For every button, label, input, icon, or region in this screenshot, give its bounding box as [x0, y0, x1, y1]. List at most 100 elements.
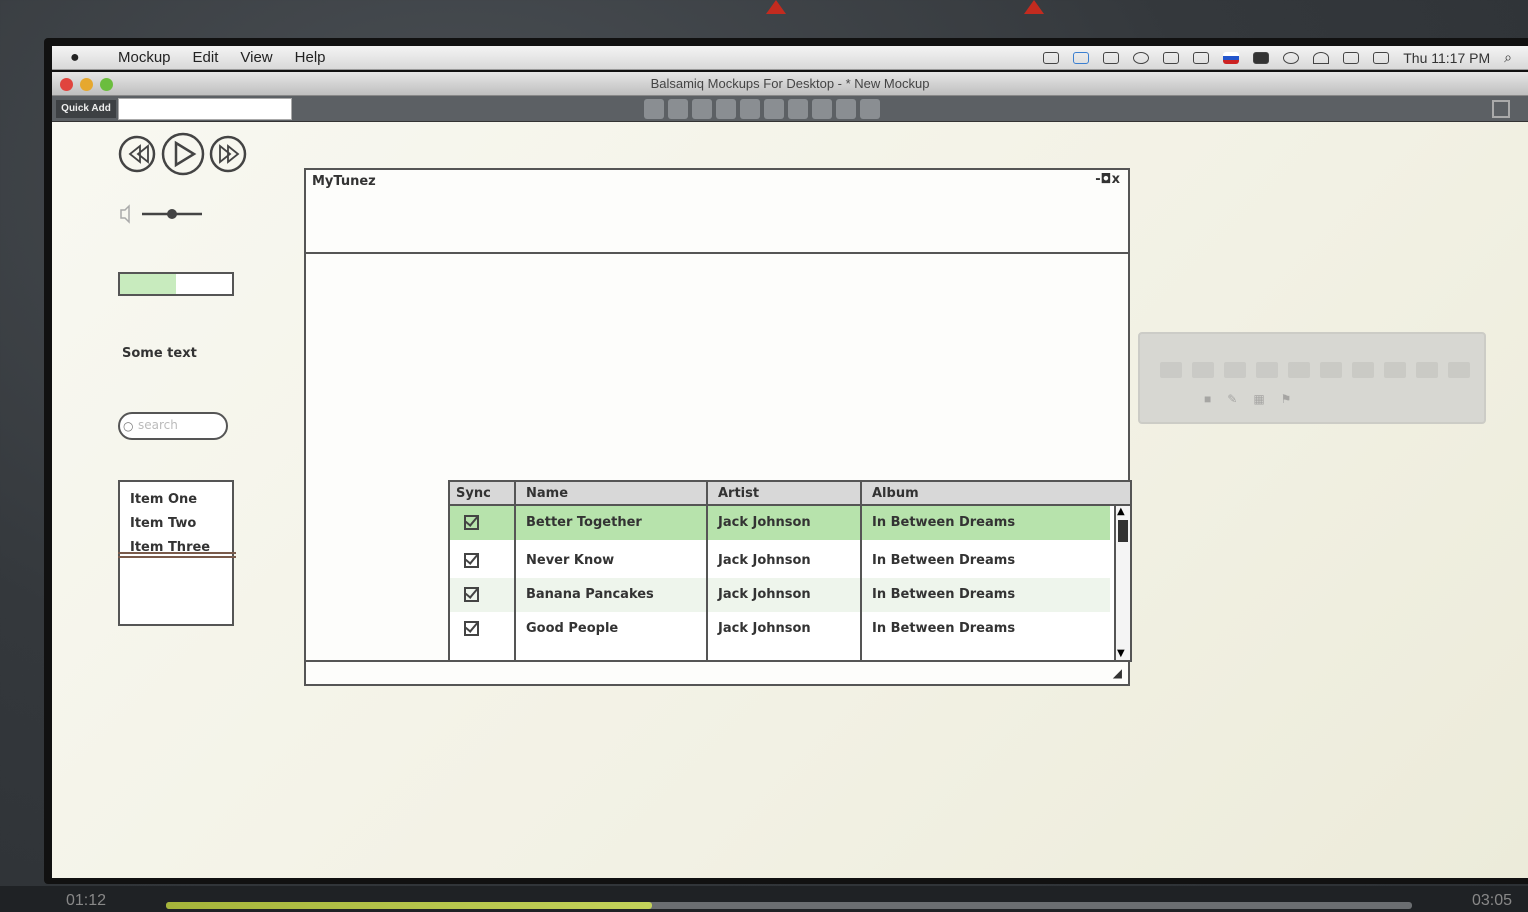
col-divider [706, 482, 708, 660]
inspector-icon[interactable] [1288, 362, 1310, 378]
inspector-icon[interactable] [1192, 362, 1214, 378]
label-widget[interactable]: Some text [122, 346, 197, 370]
paste-icon[interactable] [764, 99, 784, 119]
info-icon[interactable] [860, 99, 880, 119]
video-progress-track[interactable] [166, 902, 1412, 909]
fast-forward-icon[interactable] [209, 135, 247, 173]
scroll-up-icon[interactable]: ▲ [1117, 506, 1125, 518]
pencil-icon[interactable]: ✎ [1227, 392, 1237, 406]
cell-album: In Between Dreams [872, 515, 1016, 530]
flag-small-icon[interactable]: ⚑ [1281, 392, 1292, 406]
header-sync[interactable]: Sync [456, 486, 491, 501]
list-item[interactable]: Item Two [130, 512, 222, 536]
window-controls-icon[interactable]: -◘x [1095, 172, 1120, 187]
inspector-icon[interactable] [1448, 362, 1470, 378]
inspector-icon[interactable] [1256, 362, 1278, 378]
inspector-icon[interactable] [1416, 362, 1438, 378]
spotlight-icon[interactable]: ⌕ [1504, 49, 1512, 66]
bluetooth-icon[interactable] [1283, 51, 1300, 64]
window-title: Balsamiq Mockups For Desktop - * New Moc… [650, 76, 930, 91]
header-album[interactable]: Album [872, 486, 919, 501]
cell-name: Better Together [526, 515, 642, 530]
menu-view[interactable]: View [240, 49, 272, 66]
quick-add-label: Quick Add [56, 100, 116, 118]
progress-bar-widget[interactable] [118, 272, 234, 296]
bullet-icon[interactable]: ■ [1204, 392, 1211, 406]
edit-icon[interactable] [788, 99, 808, 119]
header-name[interactable]: Name [526, 486, 568, 501]
inspector-icon[interactable] [1160, 362, 1182, 378]
menu-bar: ● Mockup Edit View Help Thu 11:17 PM ⌕ [52, 46, 1528, 70]
quick-add-input[interactable] [118, 98, 292, 120]
inspector-icon[interactable] [1320, 362, 1342, 378]
total-time: 03:05 [1471, 892, 1512, 909]
inspector-icon[interactable] [1352, 362, 1374, 378]
apple-icon[interactable]: ● [70, 49, 96, 67]
list-item[interactable]: Item One [130, 488, 222, 512]
minimize-icon[interactable] [80, 78, 93, 91]
media-controls [118, 132, 247, 176]
sync-checkbox[interactable] [464, 587, 479, 602]
window-header: MyTunez -◘x [306, 170, 1128, 254]
search-widget[interactable]: ○ search [118, 412, 228, 440]
menu-help[interactable]: Help [295, 49, 326, 66]
chat-icon[interactable] [1253, 51, 1270, 64]
cut-icon[interactable] [716, 99, 736, 119]
time-machine-icon[interactable] [1133, 51, 1150, 64]
menu-edit[interactable]: Edit [193, 49, 219, 66]
grid-icon[interactable]: ▦ [1253, 392, 1264, 406]
copy-icon[interactable] [692, 99, 712, 119]
current-time: 01:12 [66, 892, 107, 909]
mockup-canvas[interactable]: Some text ○ search Item One Item Two Ite… [52, 122, 1528, 878]
cell-artist: Jack Johnson [718, 553, 811, 568]
inspector-icon[interactable] [1224, 362, 1246, 378]
clock[interactable]: Thu 11:17 PM [1403, 50, 1490, 66]
battery-icon[interactable] [1373, 51, 1390, 64]
grid-scrollbar[interactable]: ▲ ▼ [1114, 506, 1130, 660]
resize-grip-icon[interactable]: ◢ [1113, 666, 1122, 680]
sync-checkbox[interactable] [464, 553, 479, 568]
table-row[interactable]: Banana Pancakes Jack Johnson In Between Dr… [450, 578, 1110, 612]
finder-icon[interactable] [1073, 51, 1090, 64]
marker-left [766, 0, 786, 14]
close-icon[interactable] [60, 78, 73, 91]
speaker-icon [120, 204, 130, 224]
table-row[interactable]: Never Know Jack Johnson In Between Dreams [450, 544, 1110, 578]
col-divider [860, 482, 862, 660]
scroll-thumb[interactable] [1118, 520, 1128, 542]
play-icon[interactable] [161, 132, 205, 176]
marker-right [1024, 0, 1044, 14]
volume-icon[interactable] [1343, 51, 1360, 64]
fullscreen-icon[interactable] [1492, 100, 1510, 118]
sync-checkbox[interactable] [464, 515, 479, 530]
table-row[interactable]: Better Together Jack Johnson In Between Dr… [450, 506, 1110, 540]
menu-mockup[interactable]: Mockup [118, 49, 171, 66]
window-title-mytunez: MyTunez [312, 174, 376, 189]
zoom-icon[interactable] [100, 78, 113, 91]
duplicate-icon[interactable] [740, 99, 760, 119]
data-grid[interactable]: Better Together Jack Johnson In Between Dr… [448, 480, 1132, 662]
cell-artist: Jack Johnson [718, 515, 811, 530]
wifi-icon[interactable] [1313, 51, 1330, 64]
flag-icon[interactable] [1223, 51, 1240, 64]
lock-icon[interactable] [836, 99, 856, 119]
sync-icon[interactable] [1103, 51, 1120, 64]
rewind-icon[interactable] [118, 135, 156, 173]
progress-bar-fill [120, 274, 176, 294]
inspector-icon[interactable] [1384, 362, 1406, 378]
scroll-down-icon[interactable]: ▼ [1117, 648, 1125, 660]
sync-checkbox[interactable] [464, 621, 479, 636]
list-widget[interactable]: Item One Item Two Item Three [118, 480, 236, 626]
header-artist[interactable]: Artist [718, 486, 759, 501]
group-icon[interactable] [812, 99, 832, 119]
property-inspector[interactable]: ■ ✎ ▦ ⚑ [1138, 332, 1486, 424]
network-icon[interactable] [1163, 51, 1180, 64]
toggle-icon[interactable] [644, 99, 664, 119]
volume-slider[interactable] [118, 202, 208, 226]
table-row[interactable]: Good People Jack Johnson In Between Dreams [450, 612, 1110, 646]
toggle-alt-icon[interactable] [668, 99, 688, 119]
inspector-toolbar [1160, 362, 1470, 378]
display-icon[interactable] [1043, 51, 1060, 64]
evernote-icon[interactable] [1193, 51, 1210, 64]
cell-name: Banana Pancakes [526, 587, 654, 602]
